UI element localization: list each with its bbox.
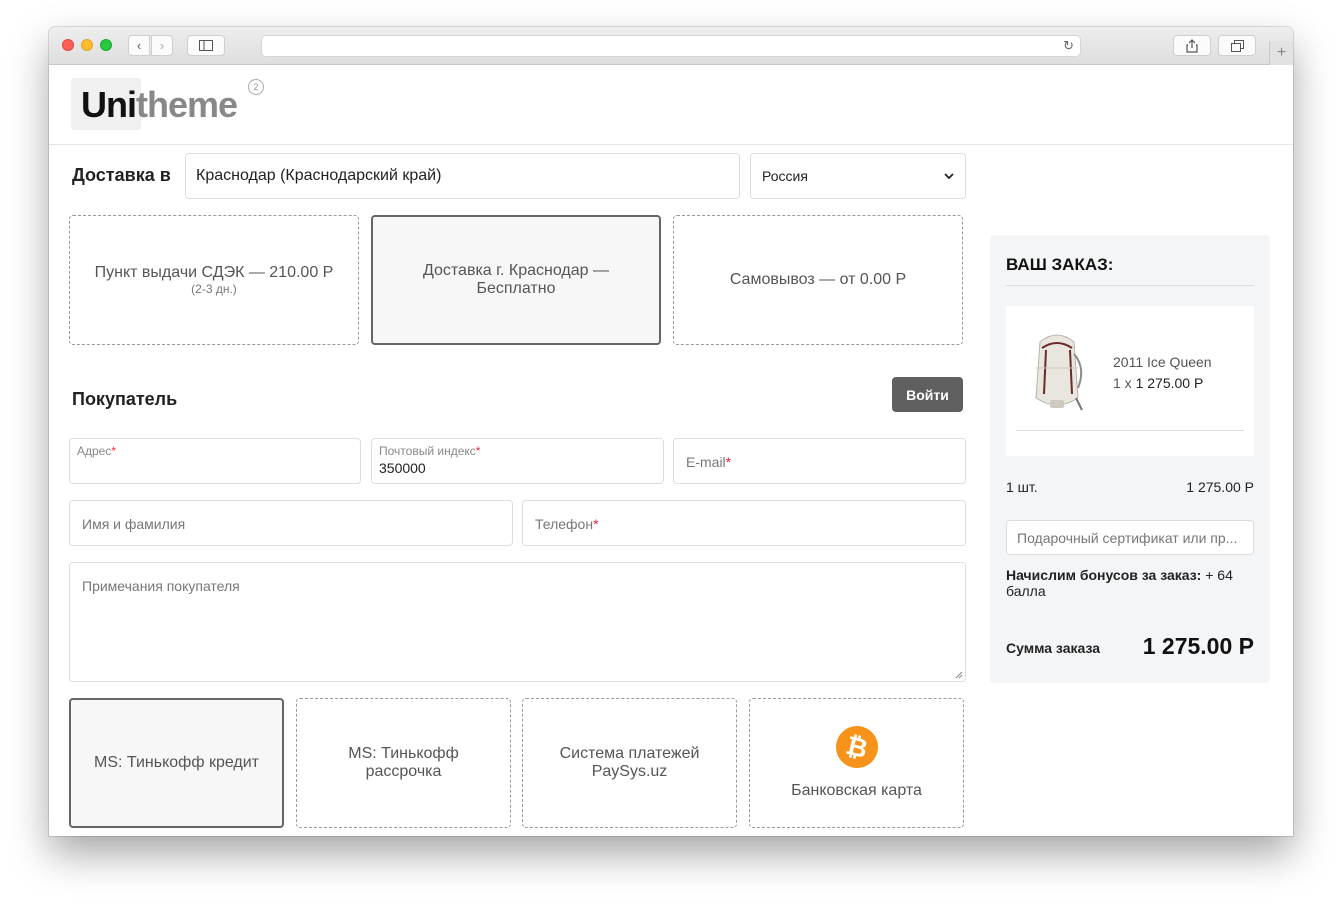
login-button[interactable]: Войти [892,377,963,412]
payment-option-title: MS: Тинькофф кредит [94,754,259,771]
forward-button[interactable]: › [151,35,173,56]
share-button[interactable] [1173,35,1211,56]
bonus-info: Начислим бонусов за заказ: + 64 балла [1006,567,1233,599]
site-logo[interactable]: Unitheme 2 [71,78,271,130]
order-count-total: 1 275.00 Р [1186,479,1254,495]
zoom-window-button[interactable] [100,39,112,51]
order-total-label: Сумма заказа [1006,640,1101,656]
buyer-section-title: Покупатель [72,389,178,409]
notes-placeholder: Примечания покупателя [82,578,240,594]
plus-icon: + [1276,44,1287,61]
shipping-option-cdek[interactable]: Пункт выдачи СДЭК — 210.00 Р (2-3 дн.) [69,215,359,345]
page-content: Unitheme 2 Доставка в Краснодар (Краснод… [49,65,1293,836]
email-field[interactable]: E-mail* [673,438,966,484]
notes-textarea[interactable]: Примечания покупателя [69,562,966,682]
product-name[interactable]: 2011 Ice Queen [1113,354,1212,370]
address-field[interactable]: Адрес* [69,438,361,484]
payment-option-title: Система платежей PaySys.uz [559,745,700,780]
payment-option-title: Банковская карта [791,782,922,799]
logo-version-badge: 2 [248,79,264,95]
chevron-down-icon [944,169,954,183]
order-product: 2011 Ice Queen 1 x 1 275.00 Р [1006,306,1254,456]
shipping-option-subtitle: (2-3 дн.) [191,282,237,296]
share-icon [1186,38,1198,53]
name-placeholder: Имя и фамилия [82,516,186,532]
shipping-option-title: Самовывоз — от 0.00 Р [729,271,907,288]
new-tab-button[interactable]: + [1269,41,1293,65]
reload-icon[interactable]: ↻ [1063,38,1074,54]
chevron-right-icon: › [159,38,165,53]
order-count: 1 шт. [1006,479,1038,495]
close-window-button[interactable] [62,39,74,51]
city-input[interactable]: Краснодар (Краснодарский край) [185,153,740,199]
divider [1016,430,1244,431]
browser-window: ‹ › ↻ + Unitheme 2 Доставка в Краснодар … [49,27,1293,836]
product-quantity-price: 1 x 1 275.00 Р [1113,375,1204,391]
order-total-value: 1 275.00 Р [1142,633,1254,659]
logo-text: Unitheme [81,84,238,125]
email-placeholder: E-mail* [686,454,732,470]
shipping-option-title: Доставка г. Краснодар — Бесплатно [422,262,609,297]
order-count-row: 1 шт. 1 275.00 Р [1006,479,1254,495]
payment-option-bank-card[interactable]: ₿ Банковская карта [749,698,964,828]
phone-field[interactable]: Телефон* [522,500,966,546]
country-select-value: Россия [762,168,808,184]
shipping-option-pickup[interactable]: Самовывоз — от 0.00 Р [673,215,963,345]
browser-toolbar: ‹ › ↻ + [49,27,1293,65]
bitcoin-icon: ₿ [831,721,882,773]
payment-option-paysys[interactable]: Система платежей PaySys.uz [522,698,737,828]
back-button[interactable]: ‹ [128,35,150,56]
address-bar[interactable]: ↻ [261,35,1081,57]
postcode-label: Почтовый индекс* [379,444,481,458]
shipping-option-courier[interactable]: Доставка г. Краснодар — Бесплатно [371,215,661,345]
payment-option-title: MS: Тинькофф рассрочка [348,745,459,780]
sidebar-icon [199,40,213,51]
chevron-left-icon: ‹ [136,38,142,53]
payment-option-tinkoff-installment[interactable]: MS: Тинькофф рассрочка [296,698,511,828]
payment-option-tinkoff-credit[interactable]: MS: Тинькофф кредит [69,698,284,828]
tabs-icon [1230,39,1244,52]
site-header: Unitheme 2 [49,65,1293,145]
phone-placeholder: Телефон* [535,516,599,532]
backpack-image[interactable] [1024,328,1090,418]
order-summary: ВАШ ЗАКАЗ: 2011 Ice Queen 1 x 1 275.00 Р [990,235,1270,683]
name-field[interactable]: Имя и фамилия [69,500,513,546]
minimize-window-button[interactable] [81,39,93,51]
resize-handle-icon[interactable] [955,671,963,679]
shipping-option-title: Пункт выдачи СДЭК — 210.00 Р [94,264,334,281]
order-title: ВАШ ЗАКАЗ: [1006,255,1114,274]
country-select[interactable]: Россия [750,153,966,199]
tab-overview-button[interactable] [1218,35,1256,56]
address-label: Адрес* [77,444,117,458]
divider [1006,285,1254,286]
postcode-field[interactable]: Почтовый индекс* 350000 [371,438,664,484]
sidebar-toggle-button[interactable] [187,35,225,56]
postcode-value: 350000 [379,460,426,476]
coupon-input[interactable]: Подарочный сертификат или пр... [1006,520,1254,555]
delivery-label: Доставка в [72,165,171,185]
